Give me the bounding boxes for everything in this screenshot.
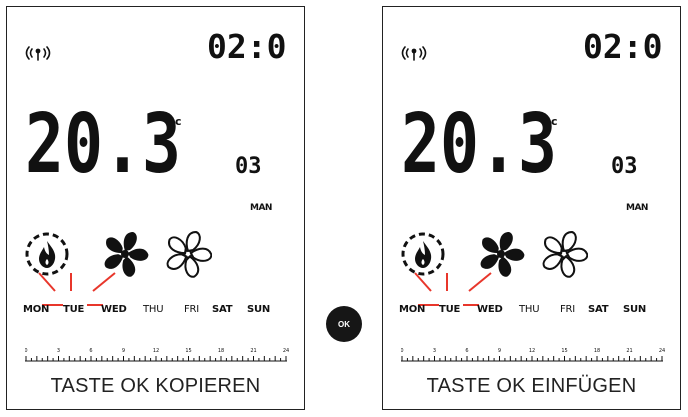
timeline-scale: 0 3 6 9 12 15 18 21 24 xyxy=(25,348,289,362)
day-sat: SAT xyxy=(588,304,609,315)
timeline-label: 0 xyxy=(25,348,28,354)
temperature-readout: 20.3 xyxy=(401,106,557,178)
timeline-label: 3 xyxy=(433,348,436,354)
day-connector-lines xyxy=(414,272,492,306)
day-sat: SAT xyxy=(212,304,233,315)
svg-text:02:00: 02:00 xyxy=(207,30,287,62)
timeline-label: 21 xyxy=(250,348,256,354)
clock-time: 02:00 xyxy=(583,30,663,62)
program-number: 03 xyxy=(235,154,262,177)
svg-text:02:00: 02:00 xyxy=(583,30,663,62)
timeline-label: 6 xyxy=(89,348,92,354)
mode-indicator: MAN xyxy=(626,203,648,213)
timeline-label: 15 xyxy=(185,348,191,354)
mode-indicator: MAN xyxy=(250,203,272,213)
timeline-label: 12 xyxy=(529,348,535,354)
day-wed: WED xyxy=(101,304,127,315)
temperature-unit: c xyxy=(551,115,558,128)
day-sun: SUN xyxy=(623,304,647,315)
caption: TASTE OK EINFÜGEN xyxy=(426,375,637,397)
day-mon: MON xyxy=(23,304,50,315)
svg-text:03: 03 xyxy=(235,154,262,177)
day-thu: THU xyxy=(519,304,540,315)
timeline-label: 24 xyxy=(283,348,289,354)
timeline-label: 3 xyxy=(57,348,60,354)
timeline-label: 6 xyxy=(465,348,468,354)
timeline-label: 18 xyxy=(594,348,600,354)
thermostat-display-right: 02:00 20.3 c 03 MAN xyxy=(382,6,681,410)
day-connector-lines xyxy=(38,272,116,306)
signal-icon xyxy=(401,46,427,61)
timeline-label: 12 xyxy=(153,348,159,354)
fan-outline-icon xyxy=(166,230,212,278)
weekday-row: MON TUE WED THU FRI SAT SUN xyxy=(23,304,293,318)
timeline-label: 15 xyxy=(561,348,567,354)
timeline-label: 0 xyxy=(401,348,404,354)
day-mon: MON xyxy=(399,304,426,315)
thermostat-display-left: 02:00 20.3 c 03 MAN xyxy=(6,6,305,410)
fan-outline-icon xyxy=(542,230,588,278)
ok-button[interactable]: OK xyxy=(326,306,362,342)
timeline-label: 18 xyxy=(218,348,224,354)
day-wed: WED xyxy=(477,304,503,315)
clock-time: 02:00 xyxy=(207,30,287,62)
temperature-unit: c xyxy=(175,115,182,128)
caption: TASTE OK KOPIEREN xyxy=(50,375,261,397)
svg-text:20.3: 20.3 xyxy=(25,106,181,178)
signal-icon xyxy=(25,46,51,61)
program-number: 03 xyxy=(611,154,638,177)
svg-text:20.3: 20.3 xyxy=(401,106,557,178)
temperature-readout: 20.3 xyxy=(25,106,181,178)
day-tue: TUE xyxy=(439,304,461,315)
day-tue: TUE xyxy=(63,304,85,315)
weekday-row: MON TUE WED THU FRI SAT SUN xyxy=(399,304,669,318)
svg-text:03: 03 xyxy=(611,154,638,177)
day-sun: SUN xyxy=(247,304,271,315)
timeline-label: 21 xyxy=(626,348,632,354)
day-thu: THU xyxy=(143,304,164,315)
timeline-label: 9 xyxy=(498,348,501,354)
timeline-scale: 0 3 6 9 12 15 18 21 24 xyxy=(401,348,665,362)
timeline-label: 9 xyxy=(122,348,125,354)
timeline-label: 24 xyxy=(659,348,665,354)
day-fri: FRI xyxy=(184,304,200,315)
day-fri: FRI xyxy=(560,304,576,315)
